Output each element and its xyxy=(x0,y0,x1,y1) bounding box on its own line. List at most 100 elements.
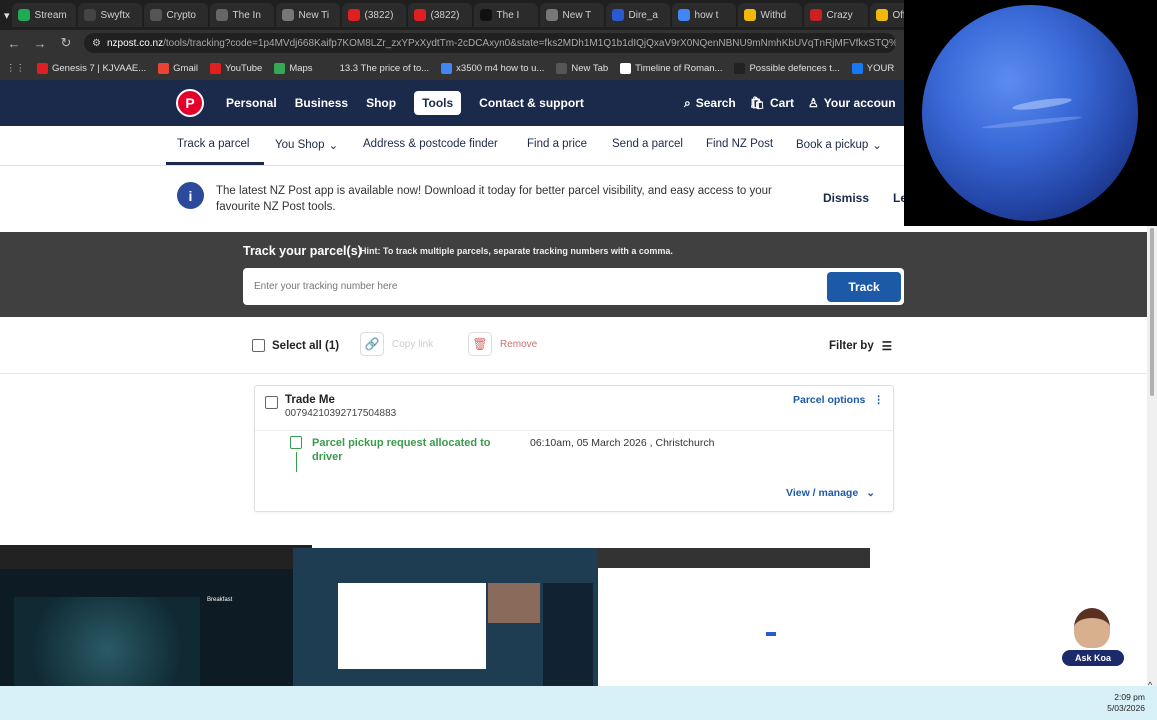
browser-tab[interactable]: New Ti xyxy=(275,3,340,27)
tab-favicon-icon xyxy=(149,9,162,21)
track-hint: Hint: To track multiple parcels, separat… xyxy=(360,246,673,256)
tab-favicon-icon xyxy=(83,9,96,21)
nav-personal[interactable]: Personal xyxy=(226,96,277,110)
back-icon[interactable]: ← xyxy=(6,36,22,51)
url-field[interactable]: ⚙ nzpost.co.nz/tools/tracking?code=1p4MV… xyxy=(84,33,896,53)
filter-button[interactable]: Filter by ☰ xyxy=(829,339,892,353)
tab-label: Swyftx xyxy=(100,9,130,21)
nav-shop[interactable]: Shop xyxy=(366,96,396,110)
tab-label: Offers xyxy=(892,9,904,21)
bookmark-item[interactable]: YouTube xyxy=(209,62,262,74)
remove-button[interactable]: 🗑 Remove xyxy=(468,332,537,356)
view-manage-button[interactable]: View / manage ⌄ xyxy=(786,487,875,499)
bookmark-favicon-icon xyxy=(274,62,286,74)
system-clock[interactable]: 2:09 pm 5/03/2026 xyxy=(1105,692,1145,714)
browser-tab[interactable]: Withd xyxy=(737,3,802,27)
browser-tab[interactable]: Swyftx xyxy=(77,3,142,27)
tab-label: Withd xyxy=(760,9,787,21)
forward-icon[interactable]: → xyxy=(32,36,48,51)
subnav-you-shop[interactable]: You Shop ⌄ xyxy=(275,138,338,152)
select-all-checkbox[interactable]: Select all (1) xyxy=(252,339,339,352)
nav-business[interactable]: Business xyxy=(295,96,348,110)
browser-tab[interactable]: New T xyxy=(539,3,604,27)
parcel-checkbox[interactable] xyxy=(265,396,278,409)
dismiss-button[interactable]: Dismiss xyxy=(823,191,869,205)
bookmark-item[interactable]: Genesis 7 | KJVAAE... xyxy=(37,62,147,74)
browser-tab[interactable]: (3822) xyxy=(341,3,406,27)
nav-contact-support[interactable]: Contact & support xyxy=(479,96,584,110)
bookmark-label: Genesis 7 | KJVAAE... xyxy=(52,62,147,74)
preview-title: Breakfast xyxy=(207,597,233,603)
tab-favicon-icon xyxy=(677,9,690,21)
bookmark-label: Gmail xyxy=(173,62,198,74)
site-info-icon[interactable]: ⚙ xyxy=(92,38,101,49)
chevron-down-icon: ⌄ xyxy=(872,140,882,152)
bookmarks-bar: ⋮⋮ Genesis 7 | KJVAAE... Gmail YouTube Maps… xyxy=(0,56,904,80)
browser-tab[interactable]: (3822) xyxy=(407,3,472,27)
browser-tab[interactable]: Crypto xyxy=(143,3,208,27)
tracking-number-input[interactable] xyxy=(243,268,904,305)
ask-koa-label: Ask Koa xyxy=(1062,650,1124,666)
scrollbar-thumb[interactable] xyxy=(1150,228,1154,396)
reload-icon[interactable]: ↻ xyxy=(58,35,74,51)
bookmark-item[interactable]: Timeline of Roman... xyxy=(620,62,723,74)
subnav-find-nzpost[interactable]: Find NZ Post xyxy=(706,138,773,150)
ask-koa-assistant[interactable]: Ask Koa xyxy=(1062,608,1124,668)
tab-search-icon[interactable]: ▾ xyxy=(4,4,10,26)
browser-tab[interactable]: Stream xyxy=(11,3,76,27)
track-title: Track your parcel(s) xyxy=(243,244,362,258)
browser-tab[interactable]: Offers xyxy=(869,3,904,27)
subnav-track-parcel[interactable]: Track a parcel xyxy=(177,138,249,150)
browser-tab[interactable]: The In xyxy=(209,3,274,27)
account-button[interactable]: ♙ Your accoun xyxy=(808,96,896,110)
tab-label: New Ti xyxy=(298,9,330,21)
page-scrollbar[interactable] xyxy=(1147,226,1157,686)
os-taskbar: ^ 2:09 pm 5/03/2026 xyxy=(0,680,1157,720)
parcel-status-time: 06:10am, 05 March 2026 , Christchurch xyxy=(530,437,715,449)
bookmark-favicon-icon xyxy=(851,62,863,74)
bookmark-label: Timeline of Roman... xyxy=(635,62,723,74)
nav-tools[interactable]: Tools xyxy=(414,91,462,115)
more-vertical-icon: ⋮ xyxy=(873,394,884,406)
tab-favicon-icon xyxy=(545,9,558,21)
bookmark-item[interactable]: Gmail xyxy=(158,62,198,74)
bookmark-item[interactable]: 13.3 The price of to... xyxy=(324,62,429,74)
browser-tab[interactable]: Dire_a xyxy=(605,3,670,27)
bookmark-favicon-icon xyxy=(324,62,336,74)
user-icon: ♙ xyxy=(808,96,819,110)
bookmark-item[interactable]: Possible defences t... xyxy=(734,62,840,74)
tools-subnav: Track a parcel You Shop ⌄ Address & postc… xyxy=(0,126,904,166)
chevron-down-icon: ⌄ xyxy=(866,487,875,499)
tab-label: The I xyxy=(496,9,520,21)
neptune-image-overlay xyxy=(904,0,1157,226)
link-icon: 🔗 xyxy=(360,332,384,356)
bookmark-item[interactable]: Maps xyxy=(274,62,313,74)
trash-icon: 🗑 xyxy=(468,332,492,356)
subnav-send-parcel[interactable]: Send a parcel xyxy=(612,138,683,150)
cart-button[interactable]: 🛍 Cart xyxy=(750,96,794,110)
browser-tab-bar: ▾ Stream Swyftx Crypto The In New Ti (3822) (3… xyxy=(0,0,904,30)
tab-favicon-icon xyxy=(413,9,426,21)
search-button[interactable]: ⌕ Search xyxy=(684,96,736,111)
checkbox-box[interactable] xyxy=(252,339,265,352)
chevron-up-icon[interactable]: ^ xyxy=(1148,680,1152,690)
bookmark-item[interactable]: New Tab xyxy=(556,62,608,74)
search-icon: ⌕ xyxy=(684,95,691,110)
browser-tab[interactable]: Crazy xyxy=(803,3,868,27)
browser-tab[interactable]: The I xyxy=(473,3,538,27)
bookmark-item[interactable]: YOUR xyxy=(851,62,894,74)
track-parcel-section: Track your parcel(s) Hint: To track mult… xyxy=(0,232,1147,317)
copy-link-button[interactable]: 🔗 Copy link xyxy=(360,332,433,356)
tab-label: Stream xyxy=(34,9,67,21)
subnav-find-price[interactable]: Find a price xyxy=(527,138,587,150)
browser-tab[interactable]: how t xyxy=(671,3,736,27)
bookmark-item[interactable]: x3500 m4 how to u... xyxy=(441,62,544,74)
active-tab-indicator xyxy=(166,162,264,165)
apps-icon[interactable]: ⋮⋮ xyxy=(6,63,25,74)
track-button[interactable]: Track xyxy=(827,272,901,302)
parcel-options-button[interactable]: Parcel options ⋮ xyxy=(793,394,884,406)
bookmark-label: Maps xyxy=(289,62,313,74)
subnav-address-finder[interactable]: Address & postcode finder xyxy=(363,138,498,150)
nzpost-logo[interactable]: P xyxy=(176,89,204,117)
subnav-book-pickup[interactable]: Book a pickup ⌄ xyxy=(796,138,882,152)
